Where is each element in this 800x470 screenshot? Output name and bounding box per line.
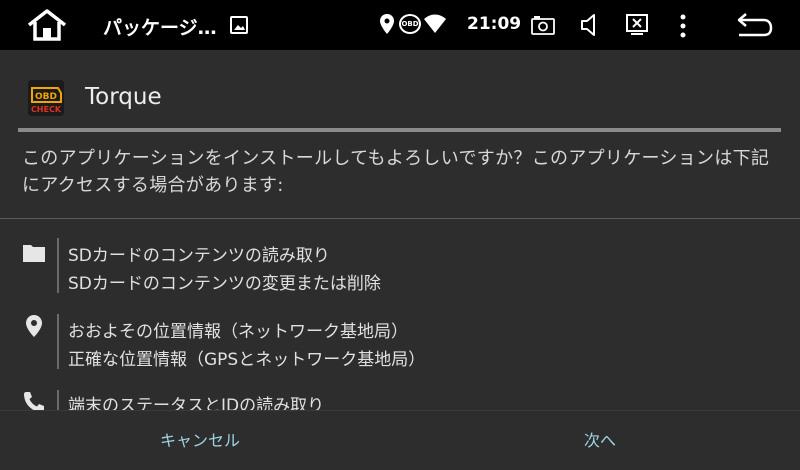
clock: 21:09 [467,14,522,34]
permission-bar [57,390,59,412]
permission-bar [57,314,59,369]
volume-icon[interactable] [580,13,600,37]
icon-check-text: CHECK [31,105,62,114]
image-icon [230,16,248,34]
notification-app-name: パッケージ… [103,17,217,39]
torque-app-icon: OBD CHECK [28,80,64,116]
permission-line: おおよその位置情報（ネットワーク基地局） [68,322,408,342]
back-icon[interactable] [736,12,774,38]
permission-bar [57,238,59,293]
folder-icon [23,245,45,262]
cancel-button[interactable]: キャンセル [0,411,400,470]
screen-close-icon[interactable] [626,14,648,36]
section-divider [0,218,800,219]
next-button[interactable]: 次へ [400,411,800,470]
button-bar: キャンセル 次へ [0,410,800,470]
install-prompt: このアプリケーションをインストールしてもよろしいですか？このアプリケーションは下… [22,148,770,196]
location-icon [380,14,394,34]
app-header: OBD CHECK Torque [0,50,800,130]
location-pin-icon [26,315,42,337]
permission-line: SDカードのコンテンツの読み取り [68,246,330,266]
header-divider [18,128,781,132]
permission-line: 正確な位置情報（GPSとネットワーク基地局） [68,350,426,370]
wifi-icon [424,14,446,33]
obd-icon: OBD [399,14,421,34]
camera-icon [531,16,555,35]
app-title: Torque [85,84,162,110]
permission-line: SDカードのコンテンツの変更または削除 [68,274,381,294]
home-icon[interactable] [26,9,68,41]
more-vert-icon[interactable] [678,14,688,38]
status-bar: パッケージ… OBD 21:09 [0,0,800,50]
icon-obd-text: OBD [35,92,57,102]
